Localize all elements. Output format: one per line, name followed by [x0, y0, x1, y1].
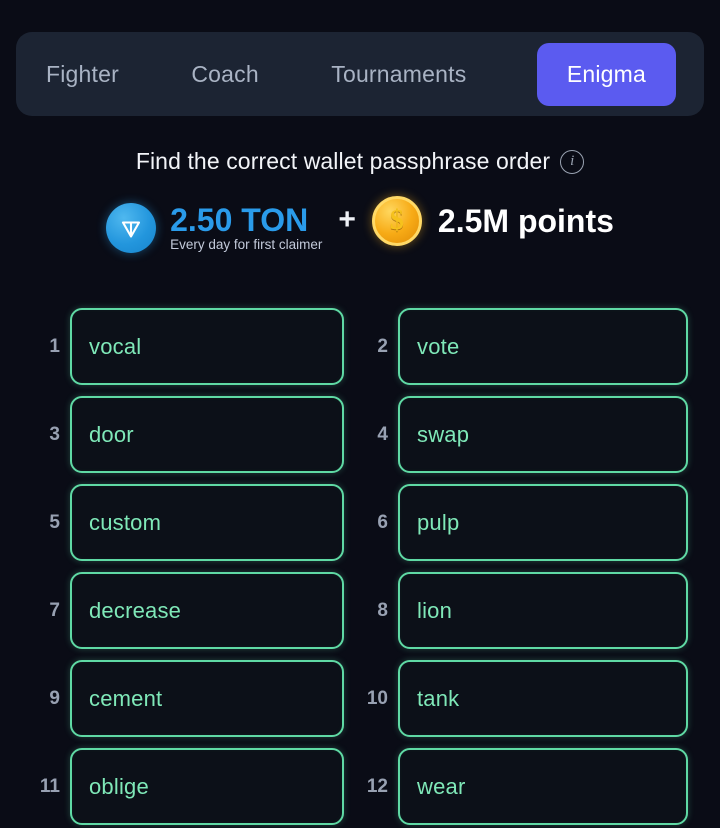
enigma-page: Fighter Coach Tournaments Enigma Find th…: [0, 0, 720, 828]
word-cell-10: 10 tank: [360, 660, 688, 737]
top-nav-bar: Fighter Coach Tournaments Enigma: [16, 32, 704, 116]
word-box-1[interactable]: vocal: [70, 308, 344, 385]
word-index-8: 8: [377, 599, 388, 621]
word-cell-8: 8 lion: [360, 572, 688, 649]
word-text-10: tank: [417, 685, 460, 711]
word-text-9: cement: [89, 685, 163, 711]
word-index-1: 1: [49, 335, 60, 357]
plus-separator: +: [338, 203, 356, 236]
word-index-5: 5: [49, 511, 60, 533]
word-text-5: custom: [89, 509, 162, 535]
gold-coin-icon: $: [371, 196, 422, 246]
ton-reward-block: 2.50 TON Every day for first claimer: [170, 204, 322, 253]
word-index-7: 7: [49, 599, 60, 621]
word-text-6: pulp: [417, 509, 460, 535]
word-cell-9: 9 cement: [32, 660, 360, 737]
word-box-7[interactable]: decrease: [70, 572, 344, 649]
ton-subtitle: Every day for first claimer: [170, 237, 323, 253]
dollar-glyph: $: [389, 205, 404, 236]
word-text-4: swap: [417, 421, 470, 447]
word-text-12: wear: [417, 773, 466, 799]
word-box-9[interactable]: cement: [70, 660, 344, 737]
word-index-10: 10: [366, 687, 388, 709]
word-index-9: 9: [49, 687, 60, 709]
word-text-8: lion: [417, 597, 453, 623]
word-index-6: 6: [377, 511, 388, 533]
word-text-2: vote: [417, 333, 460, 359]
word-index-11: 11: [39, 775, 60, 797]
word-box-12[interactable]: wear: [398, 748, 688, 825]
tab-enigma[interactable]: Enigma: [536, 42, 676, 106]
word-cell-7: 7 decrease: [32, 572, 360, 649]
word-cell-12: 12 wear: [360, 748, 688, 825]
word-text-7: decrease: [89, 597, 182, 623]
word-index-4: 4: [377, 423, 388, 445]
word-box-5[interactable]: custom: [70, 484, 344, 561]
word-cell-11: 11 oblige: [32, 748, 360, 825]
tab-fighter[interactable]: Fighter: [44, 57, 121, 92]
points-amount: 2.5M points: [437, 202, 614, 239]
ton-amount: 2.50 TON: [170, 201, 309, 238]
word-box-8[interactable]: lion: [398, 572, 688, 649]
word-cell-5: 5 custom: [32, 484, 360, 561]
word-cell-1: 1 vocal: [32, 308, 360, 385]
word-cell-2: 2 vote: [360, 308, 688, 385]
passphrase-word-grid: 1 vocal 2 vote 3 door 4 swap 5 custom 6 …: [0, 308, 720, 825]
tab-coach[interactable]: Coach: [189, 57, 260, 92]
word-cell-4: 4 swap: [360, 396, 688, 473]
word-box-6[interactable]: pulp: [398, 484, 688, 561]
tab-tournaments[interactable]: Tournaments: [329, 57, 468, 92]
info-icon[interactable]: i: [560, 149, 585, 174]
word-index-3: 3: [49, 423, 60, 445]
word-box-4[interactable]: swap: [398, 396, 688, 473]
word-box-11[interactable]: oblige: [70, 748, 344, 825]
word-box-2[interactable]: vote: [398, 308, 688, 385]
word-box-10[interactable]: tank: [398, 660, 688, 737]
ton-coin-icon: [106, 203, 157, 253]
word-cell-3: 3 door: [32, 396, 360, 473]
word-text-1: vocal: [89, 333, 142, 359]
word-cell-6: 6 pulp: [360, 484, 688, 561]
page-title-row: Find the correct wallet passphrase order…: [0, 148, 720, 175]
word-text-3: door: [89, 421, 134, 447]
page-title: Find the correct wallet passphrase order: [135, 148, 551, 174]
reward-row: 2.50 TON Every day for first claimer + $…: [0, 196, 720, 260]
word-text-11: oblige: [89, 773, 149, 799]
word-index-2: 2: [377, 335, 388, 357]
word-box-3[interactable]: door: [70, 396, 344, 473]
word-index-12: 12: [366, 775, 388, 797]
